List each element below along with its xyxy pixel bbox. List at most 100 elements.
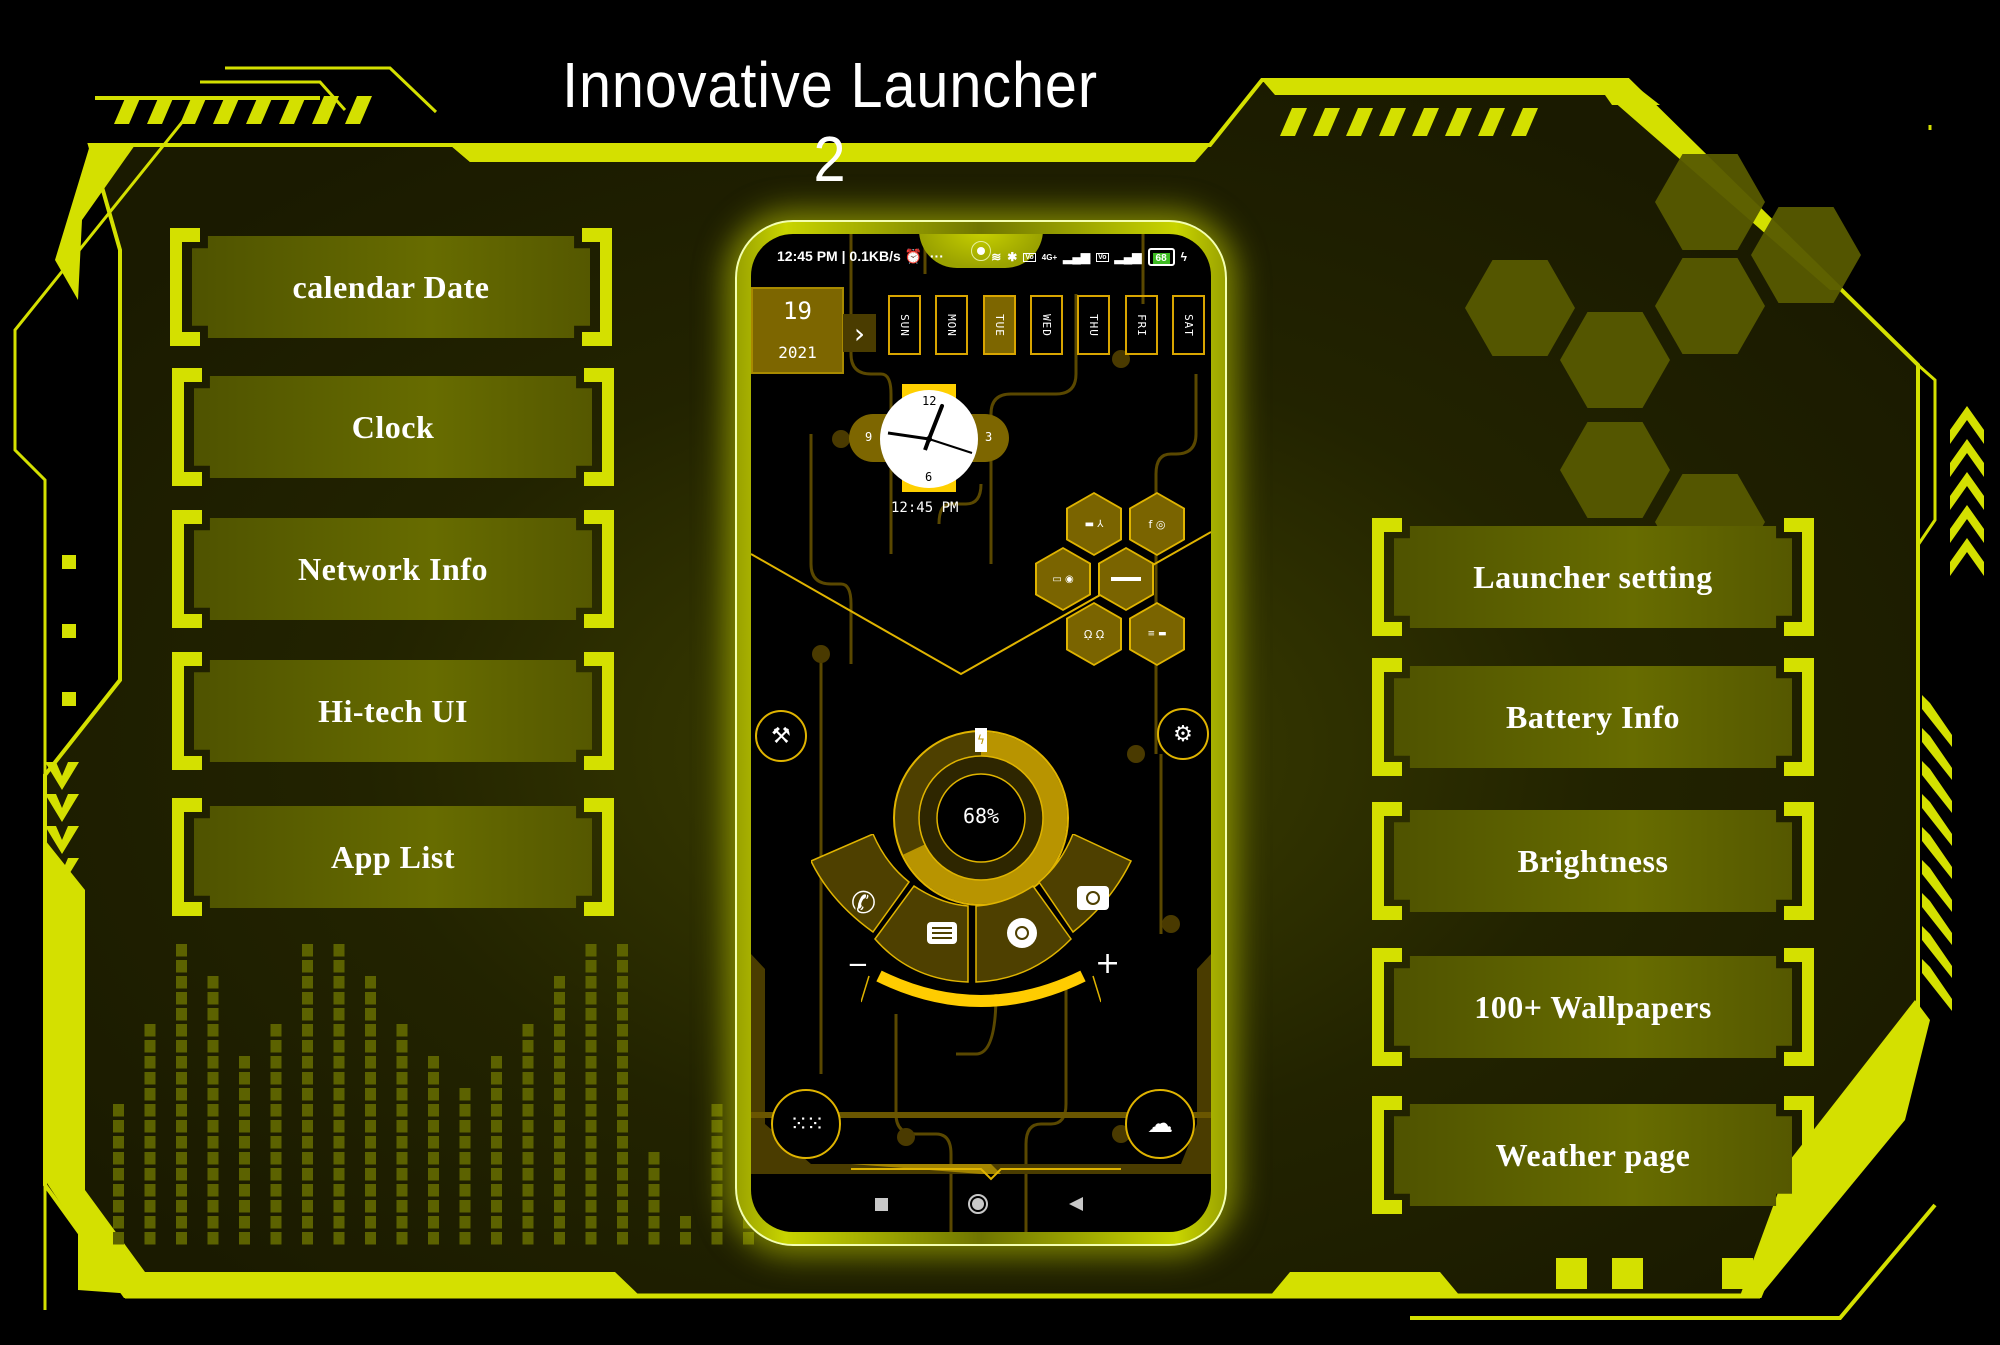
equalizer-segment [396,1056,408,1069]
volte-icon: Vo [1023,252,1036,262]
charging-icon: ϟ [977,733,985,747]
equalizer-segment [554,1168,565,1181]
equalizer-segment [333,1200,345,1213]
equalizer-segment [554,1152,565,1165]
indicator-square [1612,1258,1643,1289]
equalizer-segment [302,1056,313,1069]
equalizer-segment [207,1056,219,1069]
equalizer-segment [113,1136,124,1149]
equalizer-segment [491,1232,502,1245]
equalizer-segment [302,1216,313,1229]
weekday-wed[interactable]: WED [1029,295,1063,355]
equalizer-segment [302,1008,313,1021]
equalizer-segment [396,1136,408,1149]
equalizer-segment [711,1184,723,1197]
equalizer-segment [585,1040,597,1053]
weekday-sat[interactable]: SAT [1171,295,1205,355]
equalizer-segment [617,944,628,957]
menu-button-weather-page[interactable]: Weather page [1372,1096,1814,1214]
weather-icon[interactable]: ☁ [1125,1089,1195,1159]
tools-icon[interactable]: ⚒ [755,710,807,762]
analog-clock[interactable]: 12 3 6 9 [849,384,1009,492]
equalizer-segment [711,1152,723,1165]
equalizer-segment [585,976,597,989]
chevron-right-icon[interactable]: › [843,314,876,352]
headphones-icon: ῼ ῼ [1068,604,1120,664]
equalizer-segment [711,1216,723,1229]
menu-button-app-list[interactable]: App List [172,798,614,916]
menu-button-network-info[interactable]: Network Info [172,510,614,628]
equalizer-segment [617,1168,628,1181]
date-widget[interactable]: 19 2021 [751,287,844,374]
equalizer-segment [711,1168,723,1181]
equalizer-segment [302,1232,313,1245]
clock-numeral: 3 [985,430,993,444]
equalizer-segment [459,1216,471,1229]
menu-button-calendar-date[interactable]: calendar Date [170,228,612,346]
equalizer-segment [585,960,597,973]
equalizer-segment [270,1200,282,1213]
wifi-icon: ≋ [991,250,1002,264]
equalizer-segment [239,1136,250,1149]
menu-button-wallpapers[interactable]: 100+ Wallpapers [1372,948,1814,1066]
brightness-slider[interactable] [861,964,1101,1034]
weekday-thu[interactable]: THU [1077,295,1111,355]
equalizer-segment [239,1120,250,1133]
indicator-square [1722,1258,1753,1289]
equalizer-segment [176,1152,187,1165]
weekday-sun[interactable]: SUN [888,295,921,355]
equalizer-segment [428,1216,439,1229]
equalizer-segment [239,1232,250,1245]
home-icon[interactable] [968,1194,988,1214]
app-grid-icon[interactable]: ⁙⁙ [771,1089,841,1159]
weekday-tue[interactable]: TUE [982,295,1016,355]
chevron [1950,439,1984,477]
equalizer-segment [302,944,313,957]
gear-icon[interactable]: ⚙ [1157,708,1209,760]
weekday-mon[interactable]: MON [935,295,969,355]
indicator-square [62,555,76,569]
equalizer-segment [113,1200,124,1213]
menu-button-battery-info[interactable]: Battery Info [1372,658,1814,776]
equalizer-segment [239,1056,250,1069]
menu-button-brightness[interactable]: Brightness [1372,802,1814,920]
equalizer-segment [491,1168,502,1181]
equalizer-segment [522,1040,534,1053]
equalizer-segment [333,1168,345,1181]
equalizer-segment [302,1200,313,1213]
equalizer-segment [522,1152,534,1165]
chevron [1950,505,1984,543]
equalizer-segment [113,1104,124,1117]
equalizer-segment [113,1168,124,1181]
recents-icon[interactable] [875,1198,888,1211]
equalizer-segment [176,1184,187,1197]
menu-button-launcher-setting[interactable]: Launcher setting [1372,518,1814,636]
battery-percent: 68% [962,804,1000,828]
equalizer-segment [176,1040,187,1053]
weekday-fri[interactable]: FRI [1124,295,1158,355]
instagram-icon: ◎ [1155,517,1166,531]
equalizer-segment [617,1104,628,1117]
message-icon [927,922,957,944]
equalizer-segment [585,992,597,1005]
equalizer-segment [207,992,219,1005]
back-icon[interactable] [1069,1197,1083,1211]
equalizer-segment [522,1024,534,1037]
equalizer-segment [585,944,597,957]
menu-button-hi-tech-ui[interactable]: Hi-tech UI [172,652,614,770]
equalizer-segment [144,1136,156,1149]
equalizer-segment [365,1072,376,1085]
equalizer-segment [239,1088,250,1101]
equalizer-segment [302,1040,313,1053]
menu-button-clock[interactable]: Clock [172,368,614,486]
equalizer-segment [207,1040,219,1053]
equalizer-segment [270,1232,282,1245]
equalizer-segment [617,1152,628,1165]
stripe [312,96,339,124]
equalizer-segment [333,1056,345,1069]
signal-icon: ▂▄▆ [1114,250,1142,264]
equalizer-segment [585,1200,597,1213]
equalizer-segment [176,1056,187,1069]
equalizer-segment [113,1152,124,1165]
equalizer-segment [365,1152,376,1165]
